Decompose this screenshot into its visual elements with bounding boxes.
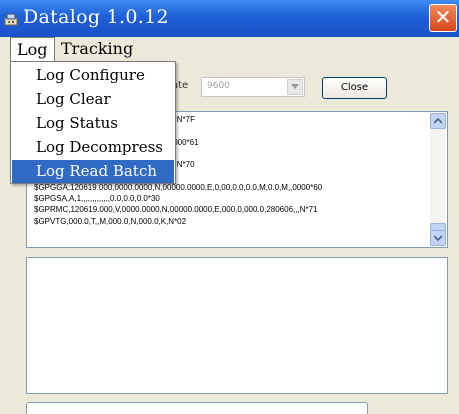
close-port-button[interactable]: Close xyxy=(322,77,387,99)
menu-item-log-decompress[interactable]: Log Decompress xyxy=(12,136,174,159)
chevron-up-icon xyxy=(434,118,442,124)
log-menu-dropdown: Log Configure Log Clear Log Status Log D… xyxy=(10,61,176,184)
menu-log[interactable]: Log xyxy=(10,37,55,61)
main-window: Datalog 1.0.12 ✕ Log Tracking ate 9600 C… xyxy=(0,0,459,414)
scroll-up-button[interactable] xyxy=(430,113,446,129)
menu-tracking[interactable]: Tracking xyxy=(55,37,139,61)
log-line: $GPGSA,A,1,,,,,,,,,,,,,0.0,0.0,0.0*30 xyxy=(34,194,160,204)
detail-textbox[interactable] xyxy=(26,257,448,394)
window-title: Datalog 1.0.12 xyxy=(23,6,169,28)
title-bar[interactable]: Datalog 1.0.12 ✕ xyxy=(0,0,459,37)
menu-item-log-configure[interactable]: Log Configure xyxy=(12,64,174,87)
close-icon: ✕ xyxy=(434,5,452,29)
log-scrollbar[interactable] xyxy=(430,113,446,246)
baud-rate-select[interactable]: 9600 xyxy=(201,77,305,97)
progress-bar xyxy=(26,402,368,414)
log-line: $GPVTG,000.0,T,,M,000.0,N,000.0,K,N*02 xyxy=(34,216,187,226)
scroll-down-button[interactable] xyxy=(430,230,446,246)
menu-item-log-read-batch[interactable]: Log Read Batch xyxy=(12,160,174,183)
menu-bar: Log Tracking xyxy=(0,37,459,61)
menu-item-log-clear[interactable]: Log Clear xyxy=(12,88,174,111)
window-close-button[interactable]: ✕ xyxy=(429,4,457,32)
satellite-dish-icon xyxy=(4,11,18,26)
menu-item-log-status[interactable]: Log Status xyxy=(12,112,174,135)
chevron-down-icon xyxy=(434,235,442,241)
log-line: $GPRMC,120619.000,V,0000.0000,N,00000.00… xyxy=(34,205,318,215)
chevron-down-icon[interactable] xyxy=(287,79,303,95)
baud-rate-value: 9600 xyxy=(207,81,230,91)
